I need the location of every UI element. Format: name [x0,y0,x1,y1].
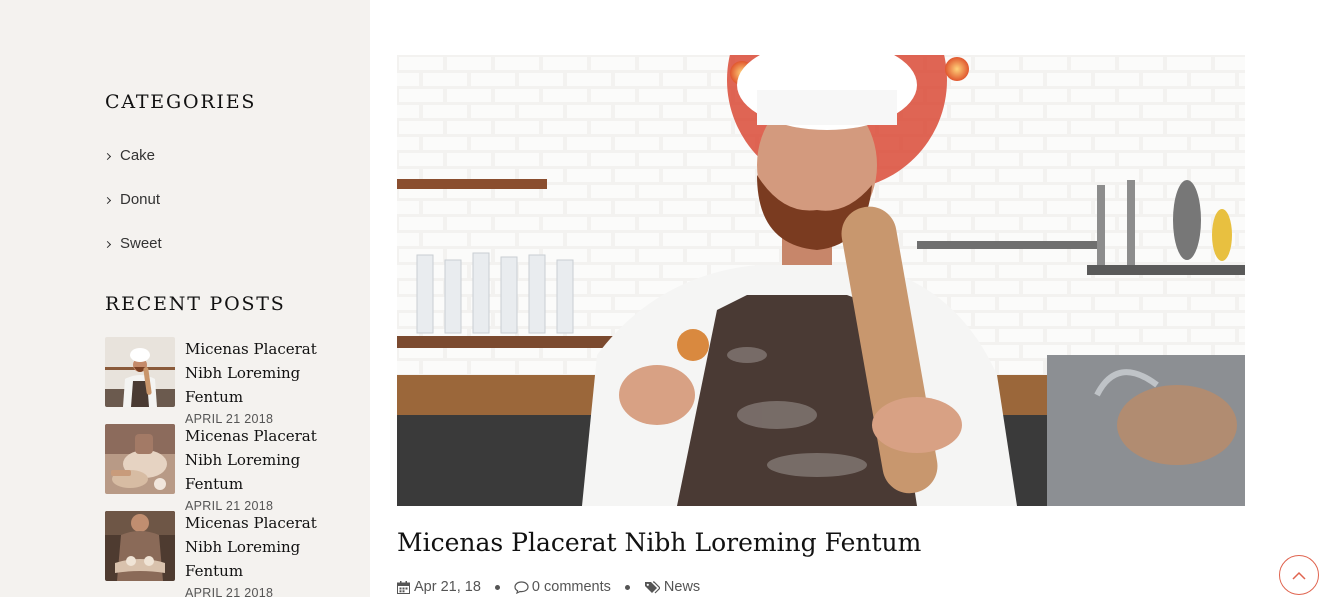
post-comments-link[interactable]: 0 comments [514,579,611,595]
category-item-sweet[interactable]: Sweet [103,221,162,265]
category-item-cake[interactable]: Cake [103,133,162,177]
post-category-text[interactable]: News [664,579,700,595]
recent-posts-heading: RECENT POSTS [105,293,286,315]
category-item-donut[interactable]: Donut [103,177,162,221]
recent-post-date: APRIL 21 2018 [185,586,274,597]
recent-post-thumbnail[interactable] [105,337,175,407]
chevron-right-icon [103,152,112,160]
recent-post-item[interactable]: Micenas Placerat Nibh Loreming Fentum AP… [105,337,365,426]
category-label: Cake [120,146,156,164]
post-date: Apr 21, 18 [397,579,481,595]
recent-post-title[interactable]: Micenas Placerat Nibh Loreming Fentum [185,337,355,409]
calendar-icon [397,580,410,594]
post-featured-image[interactable] [397,55,1245,506]
recent-post-title[interactable]: Micenas Placerat Nibh Loreming Fentum [185,424,355,496]
recent-post-title[interactable]: Micenas Placerat Nibh Loreming Fentum [185,511,355,583]
post-meta: Apr 21, 18 0 comments News [397,578,700,596]
recent-post-thumbnail[interactable] [105,511,175,581]
categories-heading: CATEGORIES [105,91,257,113]
recent-post-item[interactable]: Micenas Placerat Nibh Loreming Fentum AP… [105,511,365,597]
tags-icon [644,580,660,594]
category-label: Donut [120,190,161,208]
category-label: Sweet [120,234,162,252]
recent-posts-list: Micenas Placerat Nibh Loreming Fentum AP… [105,337,365,597]
comment-icon [514,580,529,594]
post-comments-text[interactable]: 0 comments [532,579,611,595]
meta-separator [624,584,630,590]
recent-post-item[interactable]: Micenas Placerat Nibh Loreming Fentum AP… [105,424,365,513]
chevron-up-icon [1292,571,1306,580]
post-date-text: Apr 21, 18 [414,579,481,595]
recent-post-thumbnail[interactable] [105,424,175,494]
meta-separator [494,584,500,590]
sidebar: CATEGORIES Cake Donut Sweet RECENT POSTS [0,0,370,597]
chevron-right-icon [103,240,112,248]
categories-list: Cake Donut Sweet [103,133,162,265]
post-title[interactable]: Micenas Placerat Nibh Loreming Fentum [397,528,921,557]
back-to-top-button[interactable] [1279,555,1319,595]
chevron-right-icon [103,196,112,204]
post-category-link[interactable]: News [644,579,700,595]
